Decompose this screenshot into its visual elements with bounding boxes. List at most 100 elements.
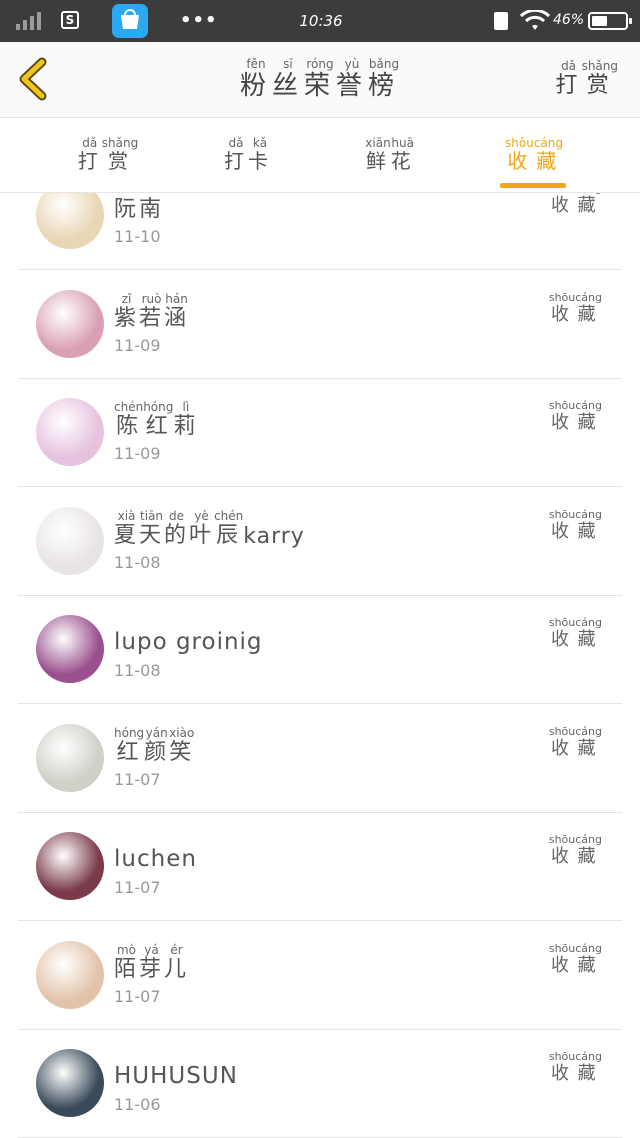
ruby-char: 的de: [164, 509, 189, 549]
list-item[interactable]: luchen 11-07 收shōu藏cáng: [18, 812, 622, 921]
user-name: 红hóng 颜yán 笑xiào: [114, 722, 194, 766]
char: 荣: [303, 70, 336, 101]
ruby-char: 藏cáng: [575, 508, 602, 542]
char: 辰: [214, 522, 244, 548]
pinyin: shōu: [548, 941, 576, 955]
battery-percent: 46%: [553, 12, 585, 28]
ruby-char: 收shōu: [549, 942, 575, 976]
ruby-char: 卡kǎ: [248, 136, 272, 174]
pinyin: shōu: [548, 399, 576, 412]
list-item[interactable]: 红hóng 颜yán 笑xiào 11-07 收shōu藏cáng: [18, 704, 622, 813]
char: 赏: [581, 73, 618, 98]
avatar: [36, 506, 104, 575]
list-item[interactable]: 陈chén 红hóng 莉lì 11-09 收shōu藏cáng: [18, 378, 622, 487]
char: 打: [224, 148, 248, 173]
char: 鲜: [365, 148, 391, 173]
s-app-icon: S: [61, 11, 79, 29]
pinyin: cáng: [575, 507, 602, 521]
header: 粉fěn 丝sī 荣róng 誉yù 榜bǎng 打dǎ 赏shǎng: [0, 42, 640, 118]
char: 收: [505, 148, 534, 173]
pinyin: cáng: [575, 616, 602, 629]
pinyin: dǎ: [555, 59, 582, 73]
avatar: [36, 615, 104, 683]
pinyin: shǎng: [101, 135, 139, 150]
list-item[interactable]: 紫zǐ 若ruò 涵hán 11-09 收shōu藏cáng: [18, 270, 622, 379]
char: 粉: [239, 70, 272, 101]
ruby-char: 打dǎ: [555, 59, 582, 99]
battery-icon: [588, 12, 632, 30]
pinyin: shōu: [505, 135, 534, 150]
char: 收: [548, 520, 576, 542]
avatar: [36, 832, 104, 900]
chevron-left-icon[interactable]: [10, 54, 58, 104]
tab-tip[interactable]: 打dǎ 赏shǎng: [48, 118, 168, 192]
ruby-char: 收shōu: [548, 508, 576, 542]
char: 赏: [101, 148, 139, 173]
ruby-char: 陌mò: [114, 943, 140, 983]
user-name: luchen: [114, 846, 197, 872]
ruby-char: 藏cáng: [575, 725, 602, 759]
tab-flowers[interactable]: 鲜xiān 花huā: [330, 118, 450, 192]
ruby-char: 誉yù: [336, 57, 369, 102]
pinyin: lì: [173, 400, 199, 414]
ruby-char: 丝sī: [271, 56, 304, 102]
ruby-char: 鲜xiān: [365, 135, 391, 174]
pinyin: xiān: [365, 135, 391, 150]
char: 丝: [271, 70, 304, 101]
char: 藏: [575, 412, 602, 433]
pinyin: ér: [164, 942, 190, 957]
ruby-char: 颜yán: [144, 725, 170, 766]
char: 藏: [575, 303, 602, 325]
char: 榜: [368, 70, 401, 101]
pinyin: shōu: [548, 833, 576, 846]
char: 红: [143, 414, 174, 439]
tab-checkin[interactable]: 打dǎ 卡kǎ: [188, 118, 308, 192]
ruby-char: 藏cáng: [575, 399, 602, 433]
list-item[interactable]: 阮 南 11-10 收shōu藏cáng: [18, 193, 622, 270]
favorite-date: 11-07: [114, 769, 161, 789]
char: 颜: [144, 739, 170, 765]
pinyin: hóng: [143, 400, 174, 414]
pinyin: cáng: [575, 941, 602, 955]
ruby-char: 榜bǎng: [368, 57, 401, 102]
user-name: 紫zǐ 若ruò 涵hán: [114, 288, 189, 332]
ruby-char: 阮: [114, 193, 139, 223]
pinyin: shōu: [548, 290, 576, 304]
char: 涵: [164, 305, 190, 331]
char: 陌: [114, 956, 140, 982]
ruby-char: 南: [139, 193, 164, 223]
char: 打: [555, 73, 582, 98]
user-name: lupo groinig: [114, 629, 263, 655]
favorite-label: 收shōu藏cáng: [549, 616, 602, 651]
avatar: [36, 398, 104, 466]
pinyin: yán: [144, 725, 170, 740]
list-item[interactable]: lupo groinig 11-08 收shōu藏cáng: [18, 595, 622, 704]
pinyin: sī: [271, 56, 304, 71]
battery-level-fill: [592, 16, 607, 26]
favorite-date: 11-08: [114, 552, 161, 572]
pinyin: chén: [214, 508, 244, 523]
favorite-date: 11-09: [114, 335, 161, 355]
tab-favorites[interactable]: 收shōu 藏cáng: [474, 118, 594, 192]
char: 誉: [336, 70, 369, 101]
pinyin: [139, 193, 164, 197]
list-item[interactable]: HUHUSUN 11-06 收shōu藏cáng: [18, 1029, 622, 1138]
ruby-char: 收shōu: [549, 399, 575, 433]
char: 藏: [575, 195, 602, 216]
pinyin: zǐ: [114, 291, 140, 306]
avatar: [36, 723, 104, 792]
ruby-char: 莉lì: [173, 400, 199, 440]
user-name: 陌mò 芽yá 儿ér: [114, 939, 189, 983]
ruby-char: 花huā: [391, 136, 415, 174]
char: 收: [548, 846, 576, 867]
char: 藏: [575, 846, 602, 867]
favorite-date: 11-09: [114, 444, 161, 463]
pinyin: xiào: [169, 725, 195, 740]
list-item[interactable]: 夏xià 天tiān 的de 叶yè 辰chén karry 11-08 收shōu藏cáng: [18, 487, 622, 596]
tip-link[interactable]: 打dǎ 赏shǎng: [556, 42, 618, 117]
ruby-char: 收shōu: [549, 193, 575, 216]
favorite-label: 收shōu藏cáng: [549, 399, 602, 434]
list-item[interactable]: 陌mò 芽yá 儿ér 11-07 收shōu藏cáng: [18, 921, 622, 1030]
pinyin: [114, 193, 139, 197]
ruby-char: 紫zǐ: [114, 291, 140, 332]
